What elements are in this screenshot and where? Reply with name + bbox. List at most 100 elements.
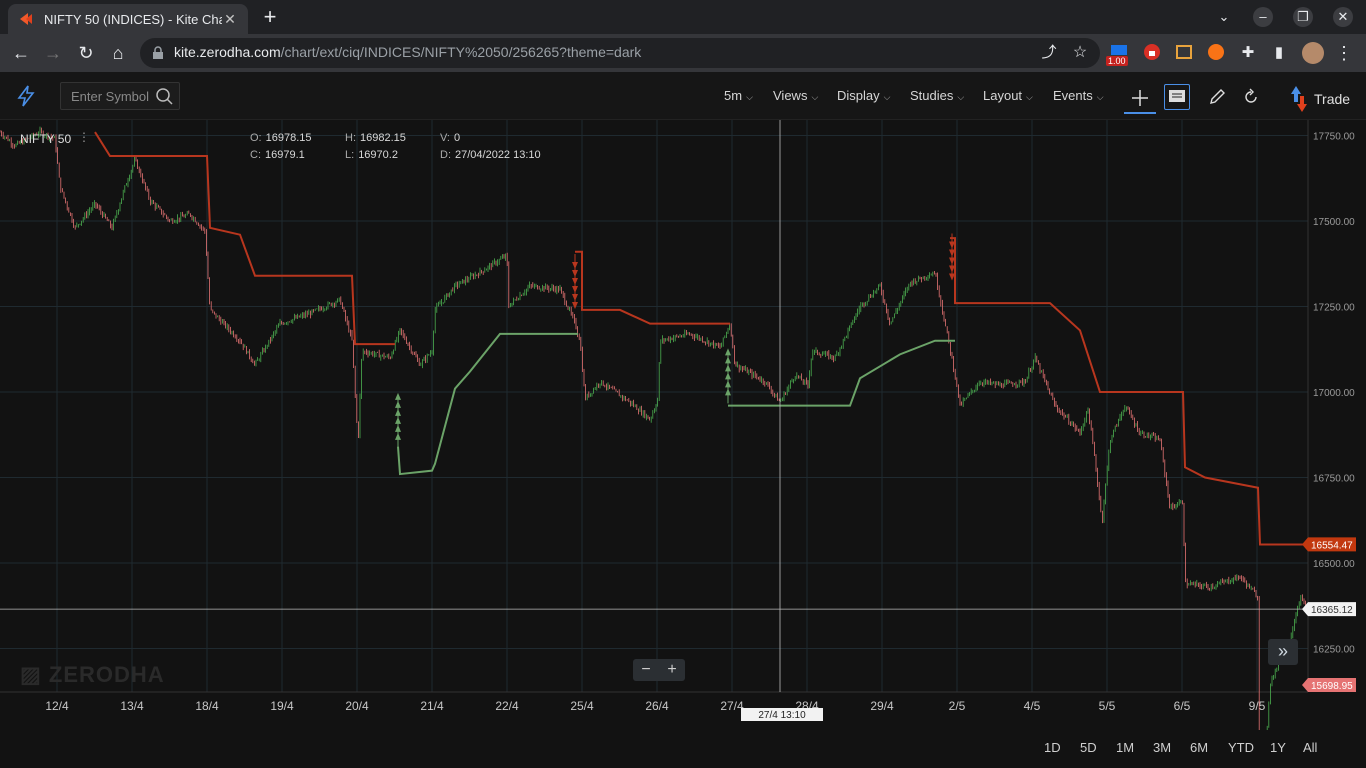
x-tick-label: 29/4	[870, 699, 894, 713]
price-chart[interactable]: 17750.00 17500.00 17250.00 17000.00 16750.00…	[0, 120, 1366, 730]
range-1y-button[interactable]: 1Y	[1270, 740, 1286, 755]
browser-toolbar: ← → ↻ ⌂ kite.zerodha.com/chart/ext/ciq/I…	[0, 34, 1366, 72]
bookmark-star-icon[interactable]: ☆	[1069, 42, 1091, 64]
x-tick-label: 19/4	[270, 699, 294, 713]
layout-menu[interactable]: Layout ⌵	[983, 88, 1033, 103]
supertrend-up-line	[728, 339, 955, 407]
low-price-tag: 15698.95	[1311, 681, 1353, 692]
browser-menu-icon[interactable]: ⋮	[1333, 42, 1355, 64]
ohlc-volume: V: 0	[440, 132, 461, 144]
zoom-controls: − +	[633, 659, 685, 681]
crosshair-tool-button[interactable]	[1124, 84, 1156, 114]
studies-menu[interactable]: Studies ⌵	[910, 88, 964, 103]
views-menu[interactable]: Views ⌵	[773, 88, 818, 103]
range-3m-button[interactable]: 3M	[1153, 740, 1171, 755]
buy-signal-arrow	[725, 348, 731, 356]
symbol-options-icon[interactable]: ⋮	[78, 130, 90, 144]
share-icon[interactable]: ⤴	[1038, 42, 1060, 64]
x-tick-label: 5/5	[1099, 699, 1116, 713]
range-6m-button[interactable]: 6M	[1190, 740, 1208, 755]
home-icon[interactable]: ⌂	[107, 42, 129, 64]
y-tick-label: 17250.00	[1313, 303, 1355, 314]
url-text: kite.zerodha.com/chart/ext/ciq/INDICES/N…	[174, 44, 642, 60]
crosshair-price-tag: 16365.12	[1311, 605, 1353, 616]
x-tick-label: 4/5	[1024, 699, 1041, 713]
x-tick-label: 6/5	[1174, 699, 1191, 713]
range-1m-button[interactable]: 1M	[1116, 740, 1134, 755]
crosshair-time-label: 27/4 13:10	[758, 710, 806, 721]
kite-favicon-icon	[20, 13, 32, 25]
new-tab-button[interactable]: +	[258, 6, 282, 30]
extension-lock-icon[interactable]	[1143, 43, 1161, 61]
zerodha-watermark: ▨ ZERODHA	[20, 662, 165, 687]
x-tick-label: 12/4	[45, 699, 69, 713]
back-icon[interactable]: ←	[10, 42, 32, 64]
display-menu[interactable]: Display ⌵	[837, 88, 890, 103]
lock-icon	[153, 46, 163, 59]
symbol-search-input[interactable]: Enter Symbol	[60, 82, 180, 110]
range-1d-button[interactable]: 1D	[1044, 740, 1061, 755]
ohlc-high: H: 16982.15	[345, 132, 406, 144]
side-panel-icon[interactable]: ▮	[1268, 42, 1290, 64]
interval-menu[interactable]: 5m ⌵	[724, 88, 753, 103]
search-icon[interactable]	[155, 87, 173, 105]
refresh-icon	[1245, 88, 1257, 103]
comments-tool-button[interactable]	[1164, 84, 1190, 110]
events-menu[interactable]: Events ⌵	[1053, 88, 1104, 103]
minimize-button[interactable]: –	[1253, 7, 1273, 27]
y-tick-label: 16500.00	[1313, 559, 1355, 570]
ohlc-date: D: 27/04/2022 13:10	[440, 149, 541, 161]
tab-close-icon[interactable]: ✕	[222, 11, 238, 28]
x-tick-label: 25/4	[570, 699, 594, 713]
trade-arrows-icon	[1291, 86, 1307, 112]
ohlc-open: O: 16978.15	[250, 132, 312, 144]
bolt-icon[interactable]	[14, 84, 38, 108]
extension-badge: 1.00	[1106, 56, 1128, 66]
forward-icon[interactable]: →	[42, 42, 64, 64]
x-tick-label: 22/4	[495, 699, 519, 713]
x-tick-label: 21/4	[420, 699, 444, 713]
restore-button[interactable]: ❐	[1293, 7, 1313, 27]
x-tick-label: 27/4	[720, 699, 744, 713]
trade-button[interactable]: Trade	[1290, 86, 1350, 112]
zoom-out-button[interactable]: −	[641, 661, 650, 679]
profile-avatar[interactable]	[1302, 42, 1324, 64]
crosshair-icon	[1132, 90, 1148, 106]
y-tick-label: 17500.00	[1313, 217, 1355, 228]
x-tick-label: 2/5	[949, 699, 966, 713]
ohlc-low: L: 16970.2	[345, 149, 398, 161]
extension-screenshot-icon[interactable]	[1175, 43, 1193, 61]
supertrend-price-tag: 16554.47	[1311, 540, 1353, 551]
y-tick-label: 16250.00	[1313, 645, 1355, 656]
extension-orange-icon[interactable]	[1207, 43, 1225, 61]
tab-title: NIFTY 50 (INDICES) - Kite Char	[44, 11, 222, 27]
chart-symbol-label: NIFTY 50	[20, 132, 72, 146]
extensions-puzzle-icon[interactable]: ✚	[1237, 42, 1259, 64]
chart-header: Enter Symbol 5m ⌵ Views ⌵ Display ⌵ Studies…	[0, 72, 1366, 120]
range-5d-button[interactable]: 5D	[1080, 740, 1097, 755]
supertrend-down-line	[94, 131, 395, 346]
browser-tab[interactable]: NIFTY 50 (INDICES) - Kite Char ✕	[8, 4, 248, 34]
pencil-icon	[1210, 89, 1225, 104]
y-tick-label: 16750.00	[1313, 474, 1355, 485]
y-tick-label: 17000.00	[1313, 388, 1355, 399]
x-tick-label: 9/5	[1249, 699, 1266, 713]
range-all-button[interactable]: All	[1303, 740, 1317, 755]
supertrend-down-line	[575, 250, 730, 325]
browser-tabbar: NIFTY 50 (INDICES) - Kite Char ✕ + ⌄ – ❐…	[0, 0, 1366, 34]
close-window-button[interactable]: ✕	[1333, 7, 1353, 27]
tab-search-icon[interactable]: ⌄	[1214, 7, 1234, 27]
draw-tool-button[interactable]	[1204, 84, 1230, 110]
x-tick-label: 18/4	[195, 699, 219, 713]
x-tick-label: 13/4	[120, 699, 144, 713]
supertrend-down-line	[950, 237, 1308, 546]
range-selector: 1D 5D 1M 3M 6M YTD 1Y All	[0, 730, 1366, 768]
zoom-in-button[interactable]: +	[667, 661, 676, 679]
symbol-placeholder: Enter Symbol	[71, 89, 150, 104]
range-ytd-button[interactable]: YTD	[1228, 740, 1254, 755]
reload-icon[interactable]: ↻	[75, 42, 97, 64]
sell-signal-arrow	[572, 302, 578, 310]
y-tick-label: 17750.00	[1313, 132, 1355, 143]
scroll-to-latest-button[interactable]: »	[1268, 639, 1298, 665]
reset-button[interactable]	[1238, 84, 1264, 110]
